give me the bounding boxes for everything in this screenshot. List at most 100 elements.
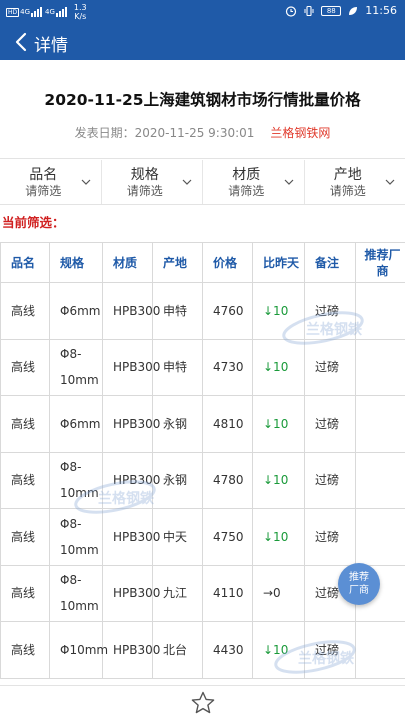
date-label: 发表日期：: [74, 126, 135, 140]
cell-change: →0: [252, 564, 305, 622]
cell-remark: 过磅: [304, 395, 356, 453]
filter-label: 材质: [232, 167, 261, 183]
signal-icon: 4G: [45, 7, 67, 17]
cell-change: ↓10: [252, 338, 305, 396]
table-header-row: 品名 规格 材质 产地 价格 比昨天 备注 推荐厂商: [0, 242, 405, 283]
cell-product: 高线: [0, 621, 50, 679]
publish-date: 2020-11-25 9:30:01: [134, 126, 255, 140]
divider: [0, 158, 405, 159]
filter-select[interactable]: 请筛选: [102, 182, 189, 199]
star-icon[interactable]: [190, 690, 216, 716]
table-row: 高线 Φ8-10mm HPB300 永钢 4780 ↓10 过磅: [0, 451, 405, 509]
column-header: 推荐厂商: [355, 242, 405, 283]
cell-remark: 过磅: [304, 338, 356, 396]
status-right: 88 11:56: [285, 4, 397, 17]
price-table-container[interactable]: 品名 规格 材质 产地 价格 比昨天 备注 推荐厂商 高线 Φ6mm HPB30…: [0, 242, 405, 685]
table-row: 高线 Φ6mm HPB300 永钢 4810 ↓10 过磅: [0, 395, 405, 453]
cell-material: HPB300: [102, 508, 160, 566]
cell-spec: Φ6mm: [49, 395, 103, 453]
filter-product[interactable]: 品名 请筛选: [0, 160, 102, 204]
cell-remark: 过磅: [304, 621, 356, 679]
status-left: HD 4G 4G 1.3 K/s: [6, 3, 87, 21]
bottom-bar: [0, 685, 405, 720]
cell-price: 4730: [202, 338, 253, 396]
price-table: 品名 规格 材质 产地 价格 比昨天 备注 推荐厂商 高线 Φ6mm HPB30…: [0, 242, 405, 679]
column-header: 规格: [49, 242, 103, 283]
cell-vendor: [355, 282, 405, 340]
column-header: 比昨天: [252, 242, 305, 283]
cell-vendor: [355, 621, 405, 679]
filter-label: 规格: [130, 167, 159, 183]
network-speed: 1.3 K/s: [73, 3, 87, 21]
article-meta: 发表日期：2020-11-25 9:30:01 兰格钢铁网: [0, 124, 405, 141]
cell-price: 4780: [202, 451, 253, 509]
chevron-down-icon: [81, 179, 90, 185]
cell-product: 高线: [0, 282, 50, 340]
clock-time: 11:56: [365, 4, 397, 17]
cell-material: HPB300: [102, 621, 160, 679]
cell-remark: 过磅: [304, 451, 356, 509]
recommend-vendor-button[interactable]: 推荐 厂商: [338, 563, 380, 605]
cell-change: ↓10: [252, 451, 305, 509]
table-row: 高线 Φ8-10mm HPB300 申特 4730 ↓10 过磅: [0, 338, 405, 396]
cell-material: HPB300: [102, 338, 160, 396]
table-row: 高线 Φ10mm HPB300 北台 4430 ↓10 过磅: [0, 621, 405, 679]
cell-product: 高线: [0, 338, 50, 396]
current-filter-label: 当前筛选：: [2, 215, 65, 230]
chevron-down-icon: [182, 179, 192, 185]
chevron-down-icon: [385, 179, 395, 185]
cell-change: ↓10: [252, 508, 305, 566]
column-header: 材质: [102, 242, 153, 283]
cell-vendor: [355, 395, 405, 453]
recommend-line2: 厂商: [349, 585, 369, 596]
cell-price: 4750: [202, 508, 253, 566]
cell-product: 高线: [0, 395, 50, 453]
divider: [0, 204, 405, 205]
status-bar: HD 4G 4G 1.3 K/s 88 11:56: [0, 0, 405, 24]
cell-price: 4430: [202, 621, 253, 679]
cell-material: HPB300: [102, 282, 160, 340]
cell-remark: 过磅: [304, 282, 356, 340]
source-link[interactable]: 兰格钢铁网: [270, 126, 330, 140]
page-title: 2020-11-25上海建筑钢材市场行情批量价格: [44, 91, 361, 109]
cell-vendor: [355, 508, 405, 566]
filter-bar: 品名 请筛选 规格 请筛选 材质 请筛选 产地 请筛选: [0, 160, 405, 204]
filter-origin[interactable]: 产地 请筛选: [305, 160, 405, 204]
cell-product: 高线: [0, 451, 50, 509]
cell-price: 4110: [202, 564, 253, 622]
cell-spec: Φ10mm: [49, 621, 108, 679]
cell-change: ↓10: [252, 395, 305, 453]
column-header: 价格: [202, 242, 253, 283]
cell-spec: Φ8-10mm: [49, 451, 103, 509]
cell-price: 4810: [202, 395, 253, 453]
filter-select[interactable]: 请筛选: [203, 182, 290, 199]
recommend-line1: 推荐: [349, 572, 369, 583]
battery-icon: 88: [321, 5, 342, 16]
cell-vendor: [355, 451, 405, 509]
cell-material: HPB300: [102, 451, 160, 509]
cell-spec: Φ8-10mm: [49, 564, 103, 622]
cell-vendor: [355, 338, 405, 396]
column-header: 备注: [304, 242, 356, 283]
table-row: 高线 Φ8-10mm HPB300 中天 4750 ↓10 过磅: [0, 508, 405, 566]
filter-select[interactable]: 请筛选: [0, 182, 87, 199]
table-row: 高线 Φ6mm HPB300 申特 4760 ↓10 过磅: [0, 282, 405, 340]
cell-product: 高线: [0, 508, 50, 566]
filter-select[interactable]: 请筛选: [305, 182, 392, 199]
chevron-down-icon: [284, 179, 293, 185]
cell-spec: Φ8-10mm: [49, 508, 103, 566]
cell-material: HPB300: [102, 395, 160, 453]
column-header: 品名: [0, 242, 50, 283]
cell-spec: Φ6mm: [49, 282, 103, 340]
cell-product: 高线: [0, 564, 50, 622]
alarm-icon: [286, 5, 297, 17]
chevron-left-icon[interactable]: [10, 30, 34, 54]
signal-icon: HD 4G: [6, 7, 43, 17]
filter-spec[interactable]: 规格 请筛选: [102, 160, 203, 204]
filter-label: 产地: [333, 167, 362, 183]
filter-material[interactable]: 材质 请筛选: [203, 160, 305, 204]
app-header: 详情: [0, 24, 405, 60]
header-title: 详情: [34, 36, 68, 56]
filter-label: 品名: [29, 167, 58, 183]
column-header: 产地: [152, 242, 203, 283]
